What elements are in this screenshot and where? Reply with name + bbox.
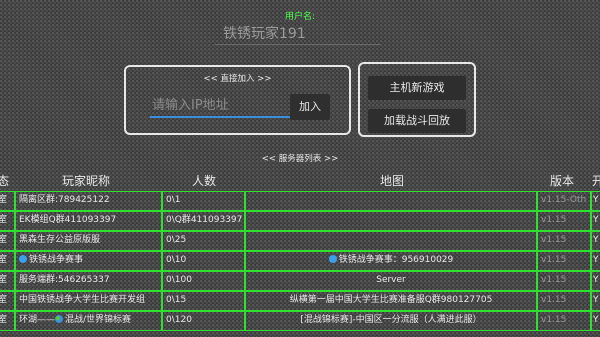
host-panel: 主机新游戏 加载战斗回放 [358, 62, 476, 137]
table-row[interactable]: 室 EK模组Q群411093397 0\Q群411093397 v1.15 Y [0, 211, 600, 231]
username-field[interactable]: 铁锈玩家191 [215, 23, 380, 45]
players-cell: 0\120 [162, 311, 245, 331]
table-row[interactable]: 室 铁锈战争赛事 0\10 铁锈战争赛事：956910029 v1.15 Y [0, 251, 600, 271]
players-cell: 0\15 [162, 291, 245, 311]
players-cell: 0\25 [162, 231, 245, 251]
table-row[interactable]: 室 中国铁锈战争大学生比赛开发组 0\15 纵横第一届中国大学生比赛准备服Q群9… [0, 291, 600, 311]
column-header-version[interactable]: 版本 [550, 172, 574, 189]
player-name-cell: 黑森生存公益原版服 [15, 231, 162, 251]
map-cell [245, 231, 537, 251]
status-cell: 室 [0, 271, 15, 291]
player-name-cell: 铁锈战争赛事 [15, 251, 162, 271]
open-cell: Y [591, 311, 600, 331]
players-cell: 0\100 [162, 271, 245, 291]
globe-icon [19, 255, 27, 263]
status-cell: 室 [0, 191, 15, 211]
status-cell: 室 [0, 231, 15, 251]
players-cell: 0\1 [162, 191, 245, 211]
ip-address-input[interactable] [150, 94, 290, 118]
host-new-game-button[interactable]: 主机新游戏 [368, 76, 466, 100]
map-cell [245, 211, 537, 231]
player-name-cell: 服务端群:546265337 [15, 271, 162, 291]
status-cell: 室 [0, 251, 15, 271]
column-header-player-name[interactable]: 玩家昵称 [62, 172, 110, 189]
version-cell: v1.15 [537, 311, 591, 331]
version-cell: v1.15 [537, 251, 591, 271]
player-name-cell: 环湖—— 混战/世界锦标赛 [15, 311, 162, 331]
column-header-status[interactable]: 态 [0, 172, 9, 189]
earth-icon [55, 315, 64, 323]
globe-icon [328, 255, 337, 263]
map-cell: 纵横第一届中国大学生比赛准备服Q群980127705 [245, 291, 537, 311]
map-text: 铁锈战争赛事：956910029 [338, 255, 454, 265]
server-list-title: << 服务器列表 >> [261, 154, 339, 164]
map-cell [245, 191, 537, 211]
player-name-text: 铁锈战争赛事 [29, 255, 84, 265]
status-cell: 室 [0, 211, 15, 231]
version-cell: v1.15-Oth [537, 191, 591, 211]
table-row[interactable]: 室 黑森生存公益原版服 0\25 v1.15 Y [0, 231, 600, 251]
open-cell: Y [591, 191, 600, 211]
direct-join-title: << 直接加入 >> [203, 74, 272, 84]
player-name-cell: 中国铁锈战争大学生比赛开发组 [15, 291, 162, 311]
direct-join-panel: << 直接加入 >> 加入 [124, 65, 351, 135]
username-label: 用户名: [284, 12, 316, 22]
player-name-text: 混战/世界锦标赛 [65, 315, 132, 325]
map-cell: Server [245, 271, 537, 291]
version-cell: v1.15 [537, 211, 591, 231]
column-header-players[interactable]: 人数 [192, 172, 216, 189]
player-name-text: 环湖—— [19, 315, 56, 325]
table-row[interactable]: 室 环湖—— 混战/世界锦标赛 0\120 [混战锦标赛]-中国区一分流服（人满进… [0, 311, 600, 331]
player-name-cell: 隔离区群:789425122 [15, 191, 162, 211]
map-cell: 铁锈战争赛事：956910029 [245, 251, 537, 271]
players-cell: 0\10 [162, 251, 245, 271]
column-header-map[interactable]: 地图 [380, 172, 404, 189]
open-cell: Y [591, 211, 600, 231]
open-cell: Y [591, 291, 600, 311]
player-name-cell: EK模组Q群411093397 [15, 211, 162, 231]
status-cell: 室 [0, 311, 15, 331]
open-cell: Y [591, 271, 600, 291]
map-cell: [混战锦标赛]-中国区一分流服（人满进此服） [245, 311, 537, 331]
table-row[interactable]: 室 服务端群:546265337 0\100 Server v1.15 Y [0, 271, 600, 291]
load-replay-button[interactable]: 加载战斗回放 [368, 109, 466, 133]
open-cell: Y [591, 231, 600, 251]
version-cell: v1.15 [537, 271, 591, 291]
join-button[interactable]: 加入 [290, 94, 330, 120]
players-cell: 0\Q群411093397 [162, 211, 245, 231]
column-header-open[interactable]: 开 [592, 172, 600, 189]
open-cell: Y [591, 251, 600, 271]
version-cell: v1.15 [537, 291, 591, 311]
version-cell: v1.15 [537, 231, 591, 251]
status-cell: 室 [0, 291, 15, 311]
table-row[interactable]: 室 隔离区群:789425122 0\1 v1.15-Oth Y [0, 191, 600, 211]
